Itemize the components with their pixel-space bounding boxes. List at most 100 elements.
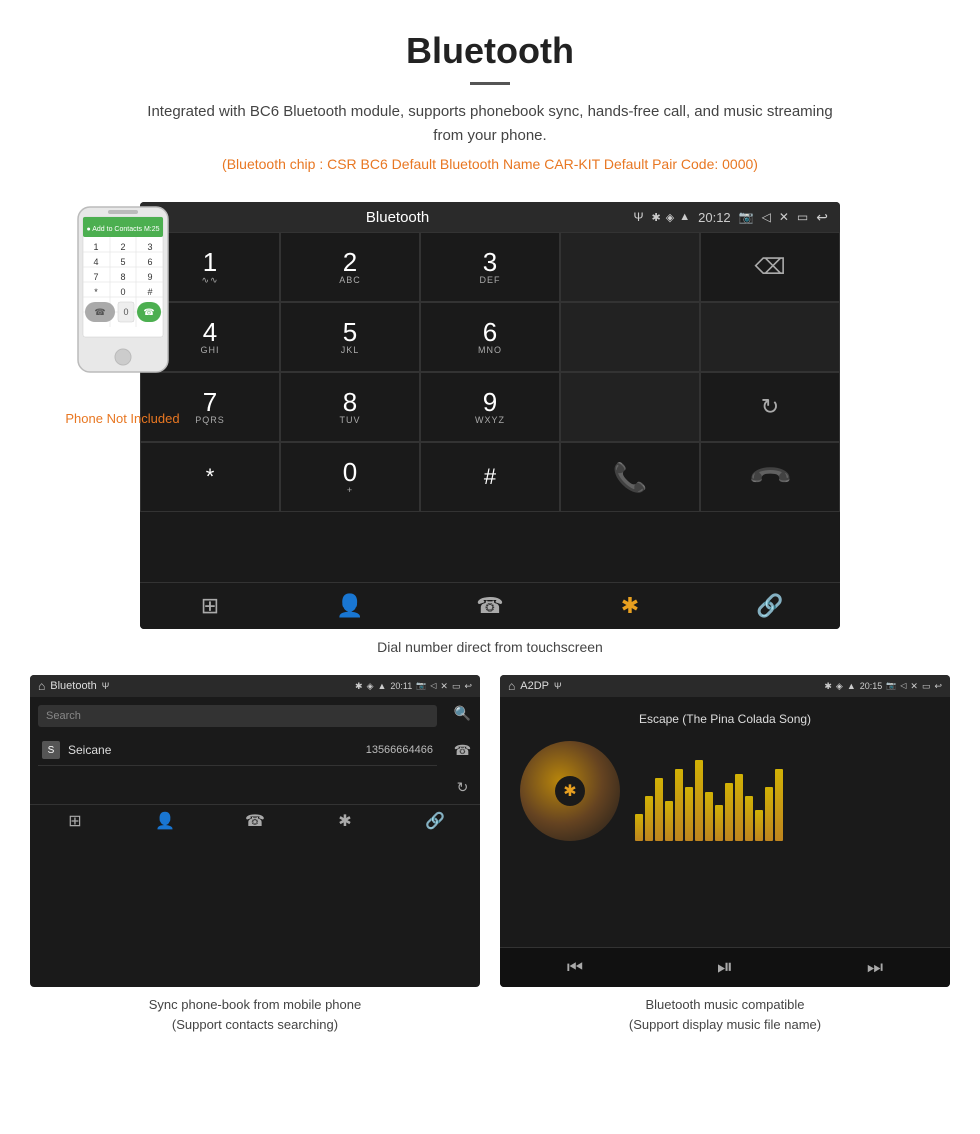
key-6[interactable]: 6MNO [420,302,560,372]
phonebook-caption-line1: Sync phone-book from mobile phone [149,997,361,1012]
prev-track-btn[interactable]: ⏮ [500,956,650,979]
mini-win: ▭ [452,681,461,692]
svg-text:0: 0 [123,307,128,317]
dial-caption: Dial number direct from touchscreen [0,639,980,655]
call-button[interactable]: 📞 [560,442,700,512]
dialpad: 1∿∿ 2ABC 3DEF ⌫ 4GHI 5JKL [140,232,840,582]
phone-side-icon[interactable]: ☎ [454,742,471,759]
eq-bar-13 [765,787,773,841]
contact-letter: S [42,741,60,759]
pb-phone-icon[interactable]: ☎ [210,811,300,831]
dial-statusbar: ⌂ Bluetooth Ψ ✱ ◈ ▲ 20:12 📷 ◁ ✕ ▭ ↩ [140,202,840,232]
link-icon[interactable]: 🔗 [700,593,840,619]
music-usb-icon: Ψ [554,681,562,691]
usb-icon: Ψ [634,210,644,224]
key-hash[interactable]: # [420,442,560,512]
music-screen-title: A2DP [520,680,549,692]
music-win: ▭ [922,681,931,692]
back-icon[interactable]: ↩ [816,209,828,226]
svg-text:4: 4 [93,257,98,267]
display-area [560,232,700,302]
phone-not-included-label: Phone Not Included [30,411,215,426]
key-8[interactable]: 8TUV [280,372,420,442]
mini-usb-icon: Ψ [102,681,110,691]
music-home-icon[interactable]: ⌂ [508,679,515,693]
mini-signal-icon: ▲ [377,681,386,692]
mini-home-icon[interactable]: ⌂ [38,679,45,693]
music-cam: 📷 [886,681,896,692]
mini-bt-icon: ✱ [355,681,363,692]
album-art: ✱ [520,741,620,841]
music-statusbar: ⌂ A2DP Ψ ✱ ◈ ▲ 20:15 📷 ◁ ✕ ▭ ↩ [500,675,950,697]
music-back: ↩ [934,681,942,692]
eq-bar-4 [675,769,683,841]
svg-text:*: * [94,287,98,297]
dial-bottom-bar: ⊞ 👤 ☎ ✱ 🔗 [140,582,840,629]
phonebook-screen: ⌂ Bluetooth Ψ ✱ ◈ ▲ 20:11 📷 ◁ ✕ ▭ ↩ [30,675,480,987]
svg-text:1: 1 [93,242,98,252]
phonebook-left: Search S Seicane 13566664466 [30,697,445,804]
eq-bar-8 [715,805,723,841]
status-icons: ✱ ◈ ▲ [652,211,691,224]
music-caption-line2: (Support display music file name) [629,1017,821,1032]
mini-loc-icon: ◈ [367,681,374,692]
eq-visualization [635,751,940,841]
key-3[interactable]: 3DEF [420,232,560,302]
music-screen: ⌂ A2DP Ψ ✱ ◈ ▲ 20:15 📷 ◁ ✕ ▭ ↩ Escape (T… [500,675,950,987]
empty-cell-1 [560,302,700,372]
pb-bt-icon[interactable]: ✱ [300,811,390,831]
key-9[interactable]: 9WXYZ [420,372,560,442]
eq-bar-7 [705,792,713,842]
pb-contacts-icon[interactable]: 👤 [120,811,210,831]
mini-vol: ◁ [430,681,436,692]
key-5[interactable]: 5JKL [280,302,420,372]
pb-grid-icon[interactable]: ⊞ [30,811,120,831]
svg-text:☎: ☎ [94,307,105,317]
phonebook-content: Search S Seicane 13566664466 [30,697,445,774]
volume-icon[interactable]: ◁ [762,210,771,224]
grid-icon[interactable]: ⊞ [140,593,280,619]
key-2[interactable]: 2ABC [280,232,420,302]
phone-svg: ● Add to Contacts M:25 1 2 3 4 5 6 7 8 9… [63,202,183,402]
contact-row[interactable]: S Seicane 13566664466 [38,735,437,766]
contacts-icon[interactable]: 👤 [280,593,420,619]
eq-bar-14 [775,769,783,841]
empty-cell-3 [560,372,700,442]
bluetooth-bar-icon[interactable]: ✱ [560,593,700,619]
phonebook-main: Search S Seicane 13566664466 🔍 ☎ ↻ [30,697,480,804]
location-icon: ◈ [666,211,674,224]
search-bar[interactable]: Search [38,705,437,727]
phonebook-screen-wrap: ⌂ Bluetooth Ψ ✱ ◈ ▲ 20:11 📷 ◁ ✕ ▭ ↩ [30,675,480,1034]
eq-bar-0 [635,814,643,841]
window-icon[interactable]: ▭ [797,210,808,224]
key-0[interactable]: 0+ [280,442,420,512]
contact-number: 13566664466 [366,744,433,756]
redial-key[interactable]: ↻ [700,372,840,442]
end-call-button[interactable]: 📞 [700,442,840,512]
phonebook-bottom-bar: ⊞ 👤 ☎ ✱ 🔗 [30,804,480,837]
search-side-icon[interactable]: 🔍 [454,705,471,722]
page-description: Integrated with BC6 Bluetooth module, su… [140,100,840,148]
music-player-row: ✱ [510,741,940,851]
next-track-btn[interactable]: ⏭ [800,956,950,979]
close-icon[interactable]: ✕ [779,210,789,224]
page-header: Bluetooth Integrated with BC6 Bluetooth … [0,0,980,202]
phonebook-right-icons: 🔍 ☎ ↻ [445,697,480,804]
music-loc-icon: ◈ [836,681,843,692]
backspace-key[interactable]: ⌫ [700,232,840,302]
music-caption: Bluetooth music compatible (Support disp… [500,995,950,1034]
svg-text:☎: ☎ [143,307,154,317]
music-bottom-bar: ⏮ ⏯ ⏭ [500,947,950,987]
svg-text:2: 2 [120,242,125,252]
play-pause-btn[interactable]: ⏯ [650,956,800,979]
refresh-side-icon[interactable]: ↻ [457,779,469,796]
camera-icon[interactable]: 📷 [739,210,754,224]
bluetooth-specs: (Bluetooth chip : CSR BC6 Default Blueto… [60,156,920,172]
phonebook-title: Bluetooth [50,680,96,692]
key-star[interactable]: * [140,442,280,512]
svg-text:7: 7 [93,272,98,282]
bottom-screens: ⌂ Bluetooth Ψ ✱ ◈ ▲ 20:11 📷 ◁ ✕ ▭ ↩ [0,675,980,1034]
pb-link-icon[interactable]: 🔗 [390,811,480,831]
eq-bar-9 [725,783,733,842]
phone-icon[interactable]: ☎ [420,593,560,619]
